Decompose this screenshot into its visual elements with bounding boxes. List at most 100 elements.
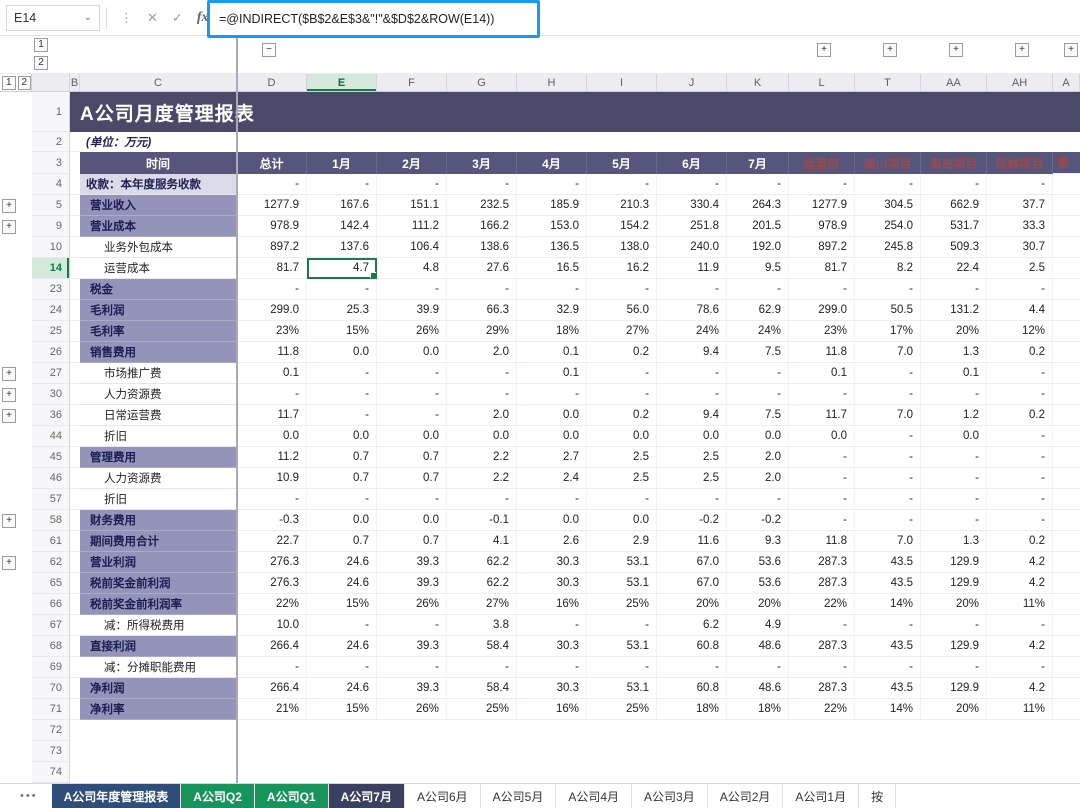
- column-header-J[interactable]: J: [657, 74, 727, 91]
- cell[interactable]: 22.4: [921, 258, 987, 279]
- cell[interactable]: 25%: [447, 699, 517, 720]
- cell[interactable]: 2.5: [657, 447, 727, 468]
- more-sheets-button[interactable]: •••: [0, 784, 52, 808]
- row-label[interactable]: 毛利润: [80, 300, 237, 321]
- cell[interactable]: 1.2: [921, 405, 987, 426]
- cell[interactable]: 37.7: [987, 195, 1053, 216]
- cell[interactable]: 58.4: [447, 678, 517, 699]
- column-header-C[interactable]: C: [80, 74, 237, 91]
- cell[interactable]: 43.5: [855, 573, 921, 594]
- cell[interactable]: 25%: [587, 594, 657, 615]
- column-header-AA[interactable]: AA: [921, 74, 987, 91]
- cell[interactable]: 8.2: [855, 258, 921, 279]
- cell[interactable]: 2.0: [447, 405, 517, 426]
- cell[interactable]: -: [587, 384, 657, 405]
- cell[interactable]: 0.0: [447, 426, 517, 447]
- cell[interactable]: 7.0: [855, 342, 921, 363]
- expand-group-button[interactable]: +: [883, 43, 897, 57]
- cell[interactable]: 137.6: [307, 237, 377, 258]
- cell[interactable]: -: [377, 174, 447, 195]
- cell[interactable]: 166.2: [447, 216, 517, 237]
- cell[interactable]: [70, 531, 80, 552]
- cell[interactable]: [377, 762, 447, 783]
- cell[interactable]: -: [517, 174, 587, 195]
- cell[interactable]: -: [447, 363, 517, 384]
- cell[interactable]: 29%: [447, 321, 517, 342]
- cell[interactable]: 299.0: [789, 300, 855, 321]
- formula-input[interactable]: =@INDIRECT($B$2&E$3&"!"&$D$2&ROW(E14)): [207, 0, 540, 38]
- cell[interactable]: 11.7: [237, 405, 307, 426]
- cell[interactable]: 138.6: [447, 237, 517, 258]
- cell[interactable]: 32.9: [517, 300, 587, 321]
- cell[interactable]: 0.0: [789, 426, 855, 447]
- cell[interactable]: -: [377, 384, 447, 405]
- column-header-B[interactable]: B: [70, 74, 80, 91]
- cell[interactable]: 4.2: [987, 552, 1053, 573]
- cell[interactable]: 287.3: [789, 636, 855, 657]
- cell[interactable]: 4.2: [987, 573, 1053, 594]
- cell[interactable]: 299.0: [237, 300, 307, 321]
- cell[interactable]: [987, 741, 1053, 762]
- expand-group-button[interactable]: +: [949, 43, 963, 57]
- row-number-74[interactable]: 74: [32, 762, 70, 783]
- cell[interactable]: -: [855, 174, 921, 195]
- cell[interactable]: 11.9: [657, 258, 727, 279]
- sheet-tab[interactable]: A公司Q1: [254, 784, 329, 808]
- cell[interactable]: 0.7: [377, 468, 447, 489]
- cell[interactable]: 60.8: [657, 636, 727, 657]
- sheet-tab[interactable]: A公司1月: [783, 784, 860, 808]
- row-number-44[interactable]: 44: [32, 426, 70, 447]
- cell[interactable]: -: [727, 174, 789, 195]
- cell[interactable]: [789, 741, 855, 762]
- cell[interactable]: 10.0: [237, 615, 307, 636]
- cell[interactable]: 53.1: [587, 573, 657, 594]
- cell[interactable]: 25%: [587, 699, 657, 720]
- cell[interactable]: [70, 447, 80, 468]
- row-label[interactable]: 管理费用: [80, 447, 237, 468]
- cell[interactable]: 24.6: [307, 573, 377, 594]
- row-label[interactable]: 营业收入: [80, 195, 237, 216]
- cell[interactable]: 509.3: [921, 237, 987, 258]
- cell[interactable]: 22%: [789, 699, 855, 720]
- cell[interactable]: -: [855, 657, 921, 678]
- row-number-65[interactable]: 65: [32, 573, 70, 594]
- cell[interactable]: [517, 762, 587, 783]
- cell[interactable]: 18%: [727, 699, 789, 720]
- cell[interactable]: 232.5: [447, 195, 517, 216]
- outline-level-button[interactable]: 2: [17, 75, 31, 90]
- cell[interactable]: 53.1: [587, 552, 657, 573]
- cell[interactable]: -: [587, 489, 657, 510]
- cell[interactable]: -: [727, 489, 789, 510]
- cell[interactable]: 27.6: [447, 258, 517, 279]
- cell[interactable]: -: [307, 384, 377, 405]
- cell[interactable]: 53.6: [727, 552, 789, 573]
- row-number-46[interactable]: 46: [32, 468, 70, 489]
- cell[interactable]: 26%: [377, 321, 447, 342]
- cell[interactable]: 67.0: [657, 552, 727, 573]
- cell[interactable]: -: [727, 279, 789, 300]
- cell[interactable]: 240.0: [657, 237, 727, 258]
- cell[interactable]: [70, 237, 80, 258]
- cell[interactable]: -: [789, 279, 855, 300]
- cell[interactable]: -: [855, 363, 921, 384]
- cell[interactable]: 20%: [657, 594, 727, 615]
- cell[interactable]: 62.2: [447, 573, 517, 594]
- cell[interactable]: -: [307, 615, 377, 636]
- cell[interactable]: [70, 279, 80, 300]
- cell[interactable]: 27%: [447, 594, 517, 615]
- cell[interactable]: 2.5: [587, 468, 657, 489]
- cell[interactable]: -: [855, 279, 921, 300]
- confirm-icon[interactable]: ✓: [172, 10, 183, 26]
- cell[interactable]: -: [921, 489, 987, 510]
- cell[interactable]: [70, 762, 80, 783]
- cell[interactable]: [70, 342, 80, 363]
- cell[interactable]: -: [727, 363, 789, 384]
- cell[interactable]: 78.6: [657, 300, 727, 321]
- cell[interactable]: -: [789, 447, 855, 468]
- cell[interactable]: 2.7: [517, 447, 587, 468]
- cell[interactable]: -: [447, 489, 517, 510]
- cell[interactable]: 2.9: [587, 531, 657, 552]
- cell[interactable]: 264.3: [727, 195, 789, 216]
- cell[interactable]: 0.2: [587, 342, 657, 363]
- cell[interactable]: 154.2: [587, 216, 657, 237]
